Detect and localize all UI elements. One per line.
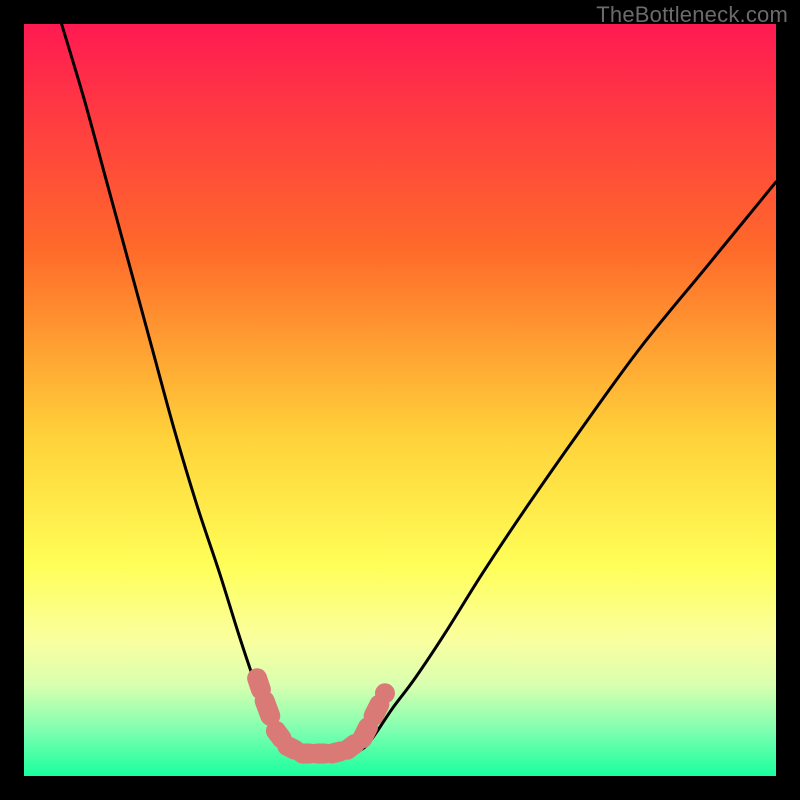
frame-border [776, 0, 800, 800]
marker-segment [374, 705, 380, 716]
frame-border [0, 0, 24, 800]
marker-segment [257, 678, 261, 689]
chart-svg [24, 24, 776, 776]
marker-segment [347, 744, 355, 750]
marker-segment [362, 727, 368, 738]
marker-segment [276, 731, 282, 739]
gradient-background [24, 24, 776, 776]
chart-plot-area [24, 24, 776, 776]
watermark-text: TheBottleneck.com [596, 2, 788, 28]
frame-border [0, 776, 800, 800]
marker-segment [265, 701, 271, 716]
